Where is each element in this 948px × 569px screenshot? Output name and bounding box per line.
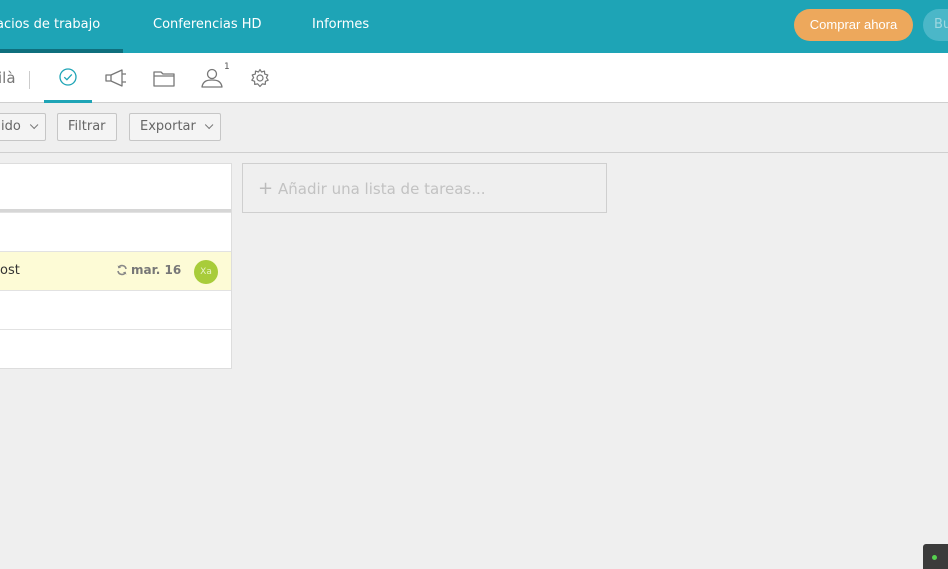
tab-tasks[interactable]	[44, 53, 92, 103]
tab-people[interactable]	[188, 53, 236, 103]
task-name: ost	[0, 263, 20, 278]
export-label: Exportar	[140, 119, 196, 134]
check-circle-icon	[58, 67, 78, 87]
online-status-icon	[932, 555, 937, 560]
task-list-card: ost mar. 16 Xa	[0, 163, 232, 369]
nav-tab-hd-conferences[interactable]: Conferencias HD	[153, 0, 262, 53]
chevron-down-icon	[29, 120, 39, 130]
toolbar-divider	[0, 152, 948, 153]
add-task-list-label: Añadir una lista de tareas...	[278, 180, 486, 198]
divider	[29, 71, 30, 89]
people-count-badge: 1	[224, 62, 230, 72]
tab-files[interactable]	[140, 53, 188, 103]
recurring-icon	[116, 263, 131, 277]
user-icon	[200, 67, 224, 89]
folder-icon	[152, 68, 176, 88]
chat-widget[interactable]	[923, 544, 948, 569]
gear-icon	[250, 68, 270, 88]
filter-button[interactable]: Filtrar	[57, 113, 117, 141]
task-due-date: mar. 16	[116, 263, 181, 277]
top-navigation-bar: acios de trabajo Conferencias HD Informe…	[0, 0, 948, 53]
filter-label: Filtrar	[68, 119, 106, 134]
tab-discussions[interactable]	[92, 53, 140, 103]
task-row[interactable]	[0, 329, 231, 368]
plus-icon: +	[258, 178, 274, 199]
task-row[interactable]	[0, 212, 231, 251]
sort-dropdown[interactable]: ido	[0, 113, 46, 141]
buy-now-button[interactable]: Comprar ahora	[794, 9, 913, 41]
search-button[interactable]: Bu	[923, 9, 948, 41]
add-task-list-button[interactable]: + Añadir una lista de tareas...	[242, 163, 607, 213]
nav-tab-workspaces[interactable]: acios de trabajo	[0, 0, 123, 53]
sort-label: ido	[1, 119, 21, 134]
tab-settings[interactable]	[236, 53, 284, 103]
export-dropdown[interactable]: Exportar	[129, 113, 221, 141]
avatar[interactable]: Xa	[194, 260, 218, 284]
task-row[interactable]: ost mar. 16 Xa	[0, 251, 231, 290]
megaphone-icon	[103, 68, 129, 88]
task-date-text: mar. 16	[131, 263, 182, 277]
nav-tab-reports[interactable]: Informes	[312, 0, 369, 53]
chevron-down-icon	[204, 120, 214, 130]
project-tabs-bar: ilà 1	[0, 53, 948, 103]
project-name[interactable]: ilà	[0, 69, 16, 87]
task-row[interactable]	[0, 290, 231, 329]
